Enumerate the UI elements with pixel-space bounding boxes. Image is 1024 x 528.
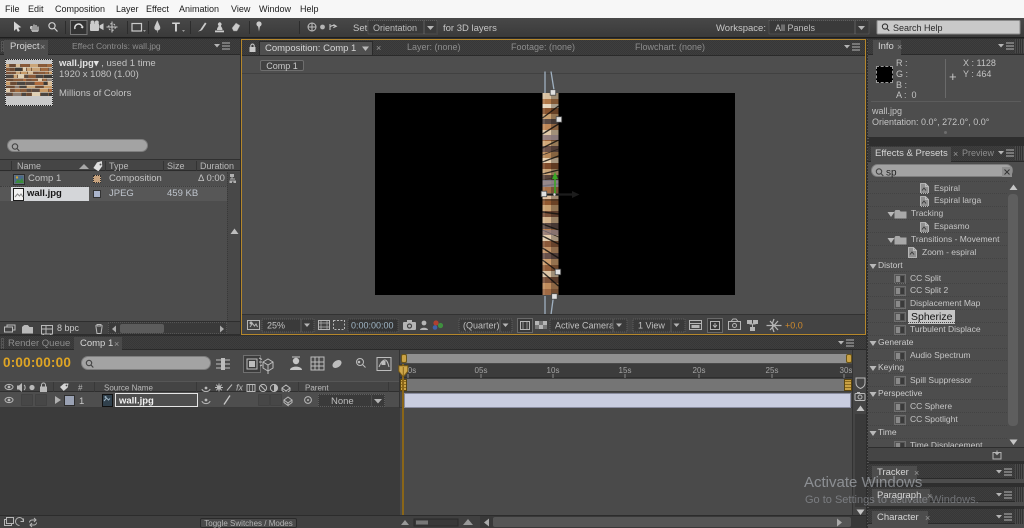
svg-text:+0.0: +0.0	[785, 321, 803, 331]
svg-text:1: 1	[79, 396, 84, 407]
svg-text:All Panels: All Panels	[775, 23, 816, 33]
svg-text:(Quarter): (Quarter)	[463, 321, 500, 331]
svg-text:wall.jpg: wall.jpg	[118, 396, 154, 407]
svg-text:20s: 20s	[693, 366, 706, 375]
svg-text:25%: 25%	[267, 321, 285, 331]
svg-text:for 3D layers: for 3D layers	[443, 23, 497, 34]
svg-text:sp: sp	[886, 168, 897, 179]
svg-text:Orientation: Orientation	[373, 23, 417, 33]
svg-text:30s: 30s	[840, 366, 852, 375]
svg-text:0:00:00:00: 0:00:00:00	[351, 321, 394, 331]
svg-text:05s: 05s	[475, 366, 488, 375]
svg-text:1 View: 1 View	[638, 321, 665, 331]
svg-text:25s: 25s	[766, 366, 779, 375]
svg-text:15s: 15s	[619, 366, 632, 375]
svg-text:T: T	[172, 20, 180, 35]
svg-text:Search Help: Search Help	[893, 23, 943, 33]
svg-text:Workspace:: Workspace:	[716, 23, 766, 34]
svg-text:10s: 10s	[547, 366, 560, 375]
svg-text:Set: Set	[353, 23, 368, 34]
svg-text:Active Camera: Active Camera	[555, 321, 614, 331]
svg-text:fx: fx	[236, 383, 244, 393]
